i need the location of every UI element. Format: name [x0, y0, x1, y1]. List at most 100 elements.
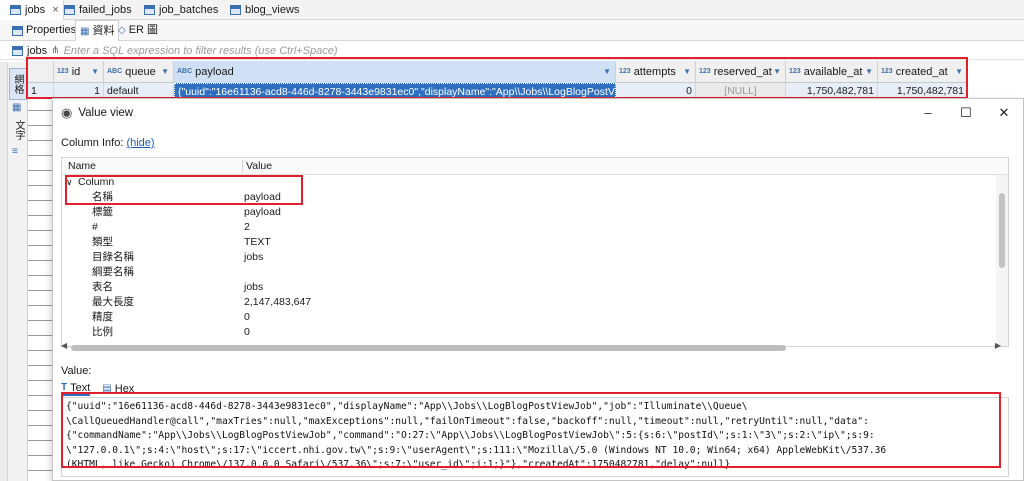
tab-blog-views[interactable]: blog_views — [230, 0, 299, 20]
tab-properties[interactable]: Properties — [12, 20, 76, 41]
sort-arrow-icon[interactable]: ▼ — [91, 61, 99, 83]
property-value: TEXT — [244, 236, 271, 248]
row-number[interactable]: 1 — [28, 83, 54, 99]
column-name: available_at — [803, 66, 863, 78]
filter-input[interactable]: Enter a SQL expression to filter results… — [64, 45, 338, 57]
tab-label: 網格 — [12, 74, 23, 94]
close-icon[interactable]: × — [52, 0, 58, 20]
property-value: jobs — [244, 251, 264, 263]
scroll-left-icon[interactable]: ◀ — [61, 341, 67, 350]
cell-created-at[interactable]: 1,750,482,781 — [878, 83, 968, 99]
horizontal-scrollbar[interactable]: ◀ ▶ — [61, 341, 1001, 353]
tab-label: Properties — [26, 24, 77, 36]
cell-payload[interactable]: {"uuid":"16e61136-acd8-446d-8278-3443e98… — [174, 83, 616, 99]
property-row[interactable]: 目錄名稱 jobs — [62, 250, 998, 265]
numeric-type-icon: 123 — [57, 68, 69, 75]
data-grid-icon: ▦ — [80, 25, 90, 37]
properties-header: Name Value — [62, 158, 1008, 175]
column-header-queue[interactable]: ABC queue ▼ — [104, 61, 174, 83]
property-row[interactable]: 精度 0 — [62, 310, 998, 325]
tab-hex[interactable]: ▤ Hex — [102, 383, 134, 395]
sort-arrow-icon[interactable]: ▼ — [161, 61, 169, 83]
property-row[interactable]: 最大長度 2,147,483,647 — [62, 295, 998, 310]
value-view-titlebar: ◉ Value view – ☐ ✕ — [53, 99, 1023, 127]
close-button[interactable]: ✕ — [989, 103, 1019, 123]
cell-queue[interactable]: default — [104, 83, 174, 99]
maximize-button[interactable]: ☐ — [951, 103, 981, 123]
column-header-available-at[interactable]: 123 available_at ▼ — [786, 61, 878, 83]
value-text-area[interactable]: {"uuid":"16e61136-acd8-446d-8278-3443e98… — [61, 397, 1009, 477]
property-row[interactable]: 類型 TEXT — [62, 235, 998, 250]
tab-label: failed_jobs — [79, 4, 132, 16]
property-row[interactable]: 標籤 payload — [62, 205, 998, 220]
column-header-id[interactable]: 123 id ▼ — [54, 61, 104, 83]
column-name: created_at — [895, 66, 948, 78]
tab-jobs[interactable]: jobs × — [0, 0, 64, 20]
cell-attempts[interactable]: 0 — [616, 83, 696, 99]
column-name: id — [71, 66, 81, 78]
tab-label: 資料 — [92, 24, 115, 37]
sort-arrow-icon[interactable]: ▼ — [603, 61, 611, 83]
tab-text-view[interactable]: 文字 — [9, 116, 27, 144]
sort-arrow-icon[interactable]: ▼ — [683, 61, 691, 83]
numeric-type-icon: 123 — [789, 68, 801, 75]
column-header-attempts[interactable]: 123 attempts ▼ — [616, 61, 696, 83]
property-key: 標籤 — [92, 206, 113, 218]
tab-label: blog_views — [245, 4, 300, 16]
chevron-down-icon[interactable]: ∨ — [66, 175, 73, 190]
tab-text[interactable]: T Text — [61, 382, 91, 396]
row-header-corner[interactable] — [28, 61, 54, 83]
tab-label: job_batches — [159, 4, 219, 16]
property-row[interactable]: 名稱 payload — [62, 190, 998, 205]
property-key: 名稱 — [92, 191, 113, 203]
tab-failed-jobs[interactable]: failed_jobs — [64, 0, 132, 20]
property-row[interactable]: #2 — [62, 220, 998, 235]
minimize-button[interactable]: – — [913, 103, 943, 123]
column-info: Column Info: (hide) — [61, 137, 155, 149]
cell-reserved-at[interactable]: [NULL] — [696, 83, 786, 99]
cell-available-at[interactable]: 1,750,482,781 — [786, 83, 878, 99]
sort-arrow-icon[interactable]: ▼ — [773, 61, 781, 83]
grid-icon: ▦ — [12, 102, 22, 113]
tree-group-column[interactable]: ∨ Column — [62, 175, 998, 190]
tab-data[interactable]: ▦ 資料 — [75, 20, 120, 41]
column-name: queue — [125, 66, 156, 78]
filter-table-name: jobs — [27, 44, 48, 57]
column-header-payload[interactable]: ABC payload ▼ — [174, 61, 616, 83]
sort-arrow-icon[interactable]: ▼ — [865, 61, 873, 83]
tab-label: jobs — [25, 4, 46, 16]
property-row[interactable]: 比例 0 — [62, 325, 998, 340]
sort-arrow-icon[interactable]: ▼ — [955, 61, 963, 83]
value-label: Value: — [61, 365, 92, 377]
property-key: 比例 — [92, 326, 113, 338]
editor-tab-bar: jobs × failed_jobs job_batches blog_view… — [0, 0, 1024, 20]
text-line: {"commandName":"App\\Jobs\\LogBlogPostVi… — [66, 430, 875, 442]
hex-icon: ▤ — [102, 383, 112, 394]
column-header-reserved-at[interactable]: 123 reserved_at ▼ — [696, 61, 786, 83]
property-key: 綱要名稱 — [92, 266, 134, 278]
property-value: 2 — [244, 221, 250, 233]
filter-bar: jobs ⋔ Enter a SQL expression to filter … — [0, 42, 1024, 60]
numeric-type-icon: 123 — [881, 68, 893, 75]
property-row[interactable]: 綱要名稱 — [62, 265, 998, 280]
view-mode-strip: 網格 ▦ 文字 ≡ — [8, 62, 28, 481]
hide-link[interactable]: (hide) — [126, 137, 154, 149]
property-value: payload — [244, 206, 281, 218]
text-icon: T — [61, 382, 68, 393]
vertical-scrollbar[interactable] — [996, 175, 1008, 346]
column-name: payload — [195, 66, 234, 78]
scroll-right-icon[interactable]: ▶ — [995, 341, 1001, 350]
table-row[interactable]: 1 1 default {"uuid":"16e61136-acd8-446d-… — [28, 83, 968, 99]
tab-er-diagram[interactable]: ◇ ER 圖 — [118, 20, 158, 41]
value-view-window: ◉ Value view – ☐ ✕ Column Info: (hide) N… — [52, 98, 1024, 481]
left-gutter — [0, 62, 8, 481]
column-header-created-at[interactable]: 123 created_at ▼ — [878, 61, 968, 83]
window-title: Value view — [78, 107, 134, 119]
value-format-tabs: T Text ▤ Hex — [61, 381, 134, 396]
header-value: Value — [246, 160, 273, 172]
value-view-icon: ◉ — [61, 105, 73, 120]
tab-grid-view[interactable]: 網格 — [9, 68, 27, 100]
property-row[interactable]: 表名 jobs — [62, 280, 998, 295]
tab-job-batches[interactable]: job_batches — [144, 0, 218, 20]
cell-id[interactable]: 1 — [54, 83, 104, 99]
